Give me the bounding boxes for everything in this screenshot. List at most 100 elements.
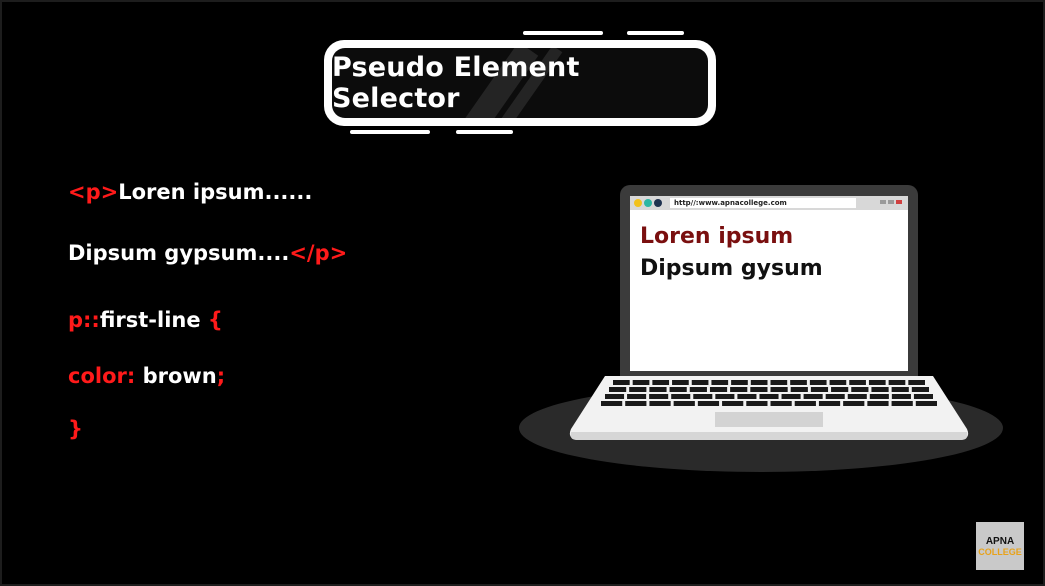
code-pseudo: first-line [99,308,201,332]
browser-window-icon: http//:www.apnacollege.com Loren ipsum D… [630,196,908,371]
title-banner: Pseudo Element Selector [324,40,716,126]
rendered-second-line: Dipsum gysum [640,256,823,281]
code-text: Dipsum gypsum.... [68,241,290,265]
logo-text-top: APNA [985,535,1015,547]
keyboard-key [649,401,671,406]
keyboard-key [891,387,909,392]
title-decor-line [627,31,684,35]
keyboard-key [605,394,625,399]
keyboard-key [649,387,667,392]
title-banner-inner: Pseudo Element Selector [332,48,708,118]
keyboard-key [627,394,647,399]
keyboard-key [781,394,801,399]
laptop-base [569,376,969,440]
code-open-tag: <p> [68,180,119,204]
code-close-tag: </p> [289,241,348,265]
code-semicolon: ; [216,364,226,388]
browser-toolbar: http//:www.apnacollege.com [630,196,908,210]
code-close-brace: } [68,417,83,441]
window-minimize-icon [880,200,886,204]
keyboard-key [770,401,792,406]
keyboard-key [672,380,689,385]
logo-text-bottom: COLLEGE [978,546,1022,557]
keyboard-key [731,380,748,385]
code-line-3: p::first-line { [68,308,223,332]
keyboard-key [770,387,788,392]
keyboard-key [810,387,829,392]
keyboard-key [790,387,808,392]
keyboard-key [722,401,744,406]
keyboard-key [689,387,707,392]
keyboard-key [869,394,889,399]
keyboard-key [652,380,670,385]
keyboard-key [673,401,695,406]
code-value: brown [142,364,217,388]
title-decor-line [523,31,603,35]
keyboard-key [709,387,728,392]
keyboard-key [851,387,869,392]
laptop-deck [569,376,969,440]
code-line-1: <p>Loren ipsum...... [68,180,312,204]
keyboard-key [632,380,650,385]
trackpad [715,412,823,427]
keyboard-key [849,380,866,385]
keyboard-key [693,394,713,399]
keyboard-key [601,401,623,406]
keyboard-key [871,387,889,392]
keyboard-key [829,380,847,385]
code-property: color: [68,364,136,388]
code-open-brace: { [207,308,223,332]
keyboard-key [891,394,911,399]
window-maximize-icon [888,200,894,204]
keyboard-key [843,401,865,406]
keyboard-key [847,394,867,399]
keyboard-key [711,380,729,385]
slide: Pseudo Element Selector <p>Loren ipsum..… [0,0,1045,586]
window-close-icon [896,200,902,204]
keyboard-key [803,394,823,399]
code-line-2: Dipsum gypsum....</p> [68,241,347,265]
keyboard-key [759,394,779,399]
keyboard-key [888,380,906,385]
keyboard-key [868,380,886,385]
code-line-5: } [68,417,83,441]
keyboard-key [794,401,816,406]
keyboard-key [609,387,627,392]
browser-dot-teal [644,199,652,207]
keyboard-key [770,380,788,385]
code-text: Loren ipsum...... [118,180,313,204]
keyboard-key [625,401,647,406]
keyboard-key [691,380,709,385]
keyboard-key [613,380,630,385]
keyboard-key [867,401,889,406]
rendered-first-line: Loren ipsum [640,224,794,249]
keyboard-key [671,394,691,399]
keyboard-key [913,394,933,399]
apna-college-logo: APNA COLLEGE [976,522,1024,570]
code-line-4: color: brown; [68,364,225,388]
keyboard-key [908,380,925,385]
keyboard-key [649,394,669,399]
keyboard-key [790,380,807,385]
keyboard-key [818,401,841,406]
title-decor-line [456,130,513,134]
keyboard-key [825,394,845,399]
browser-url: http//:www.apnacollege.com [670,198,856,208]
keyboard-key [831,387,849,392]
laptop-deck-edge [570,432,968,440]
keyboard-key [915,401,937,406]
keyboard-key [809,380,827,385]
keyboard-key [891,401,913,406]
keyboard-key [715,394,735,399]
keyboard-key [697,401,720,406]
keyboard-key [746,401,768,406]
keyboard-key [750,380,768,385]
keyboard-key [669,387,687,392]
title-decor-line [350,130,430,134]
keyboard-key [730,387,748,392]
code-selector: p:: [68,308,100,332]
keyboard-key [750,387,768,392]
keyboard-key [629,387,647,392]
page-title: Pseudo Element Selector [332,52,580,114]
browser-dot-navy [654,199,662,207]
